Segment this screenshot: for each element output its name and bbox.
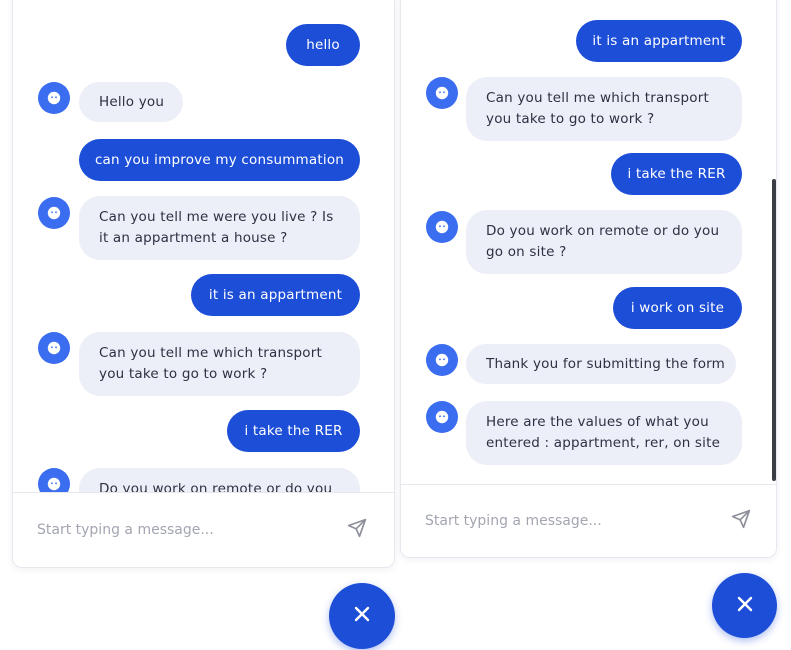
paper-plane-icon: [731, 509, 751, 533]
close-chat-button[interactable]: [329, 583, 395, 649]
chat-window-left: hello Hello you can you improve my consu…: [12, 0, 395, 568]
bot-message: Thank you for submitting the form: [466, 344, 736, 384]
message-input-bar: [401, 484, 776, 557]
user-message: can you improve my consummation: [79, 139, 360, 181]
user-message: i take the RER: [227, 410, 360, 452]
close-icon: [353, 605, 371, 627]
user-message: i work on site: [613, 287, 742, 329]
user-message: i take the RER: [611, 153, 742, 195]
message-input[interactable]: [425, 485, 716, 557]
bot-message: Here are the values of what you entered …: [466, 401, 742, 465]
message-input[interactable]: [37, 493, 334, 567]
paper-plane-icon: [347, 518, 367, 542]
user-message: it is an appartment: [191, 274, 360, 316]
user-message: it is an appartment: [576, 20, 742, 62]
send-button[interactable]: [343, 516, 371, 544]
bot-avatar-icon: [38, 82, 70, 114]
chat-window-right: it is an appartment Can you tell me whic…: [400, 0, 777, 558]
bot-message: Can you tell me which transport you take…: [466, 77, 742, 141]
close-icon: [736, 595, 754, 617]
bot-message: Can you tell me were you live ? Is it an…: [79, 196, 360, 260]
bot-message: Do you work on remote or do you go on si…: [466, 210, 742, 274]
bot-avatar-icon: [426, 211, 458, 243]
bot-message: Do you work on remote or do you go on si…: [79, 468, 360, 494]
bot-avatar-icon: [38, 197, 70, 229]
close-chat-button[interactable]: [712, 573, 777, 638]
bot-avatar-icon: [38, 332, 70, 364]
bot-avatar-icon: [38, 468, 70, 494]
bot-avatar-icon: [426, 77, 458, 109]
message-list[interactable]: it is an appartment Can you tell me whic…: [401, 0, 776, 486]
bot-message: Hello you: [79, 82, 183, 122]
bot-avatar-icon: [426, 401, 458, 433]
message-list[interactable]: hello Hello you can you improve my consu…: [13, 0, 394, 494]
message-input-bar: [13, 492, 394, 567]
scrollbar[interactable]: [772, 179, 776, 481]
bot-avatar-icon: [426, 344, 458, 376]
bot-message: Can you tell me which transport you take…: [79, 332, 360, 396]
user-message: hello: [286, 24, 360, 66]
send-button[interactable]: [727, 507, 755, 535]
